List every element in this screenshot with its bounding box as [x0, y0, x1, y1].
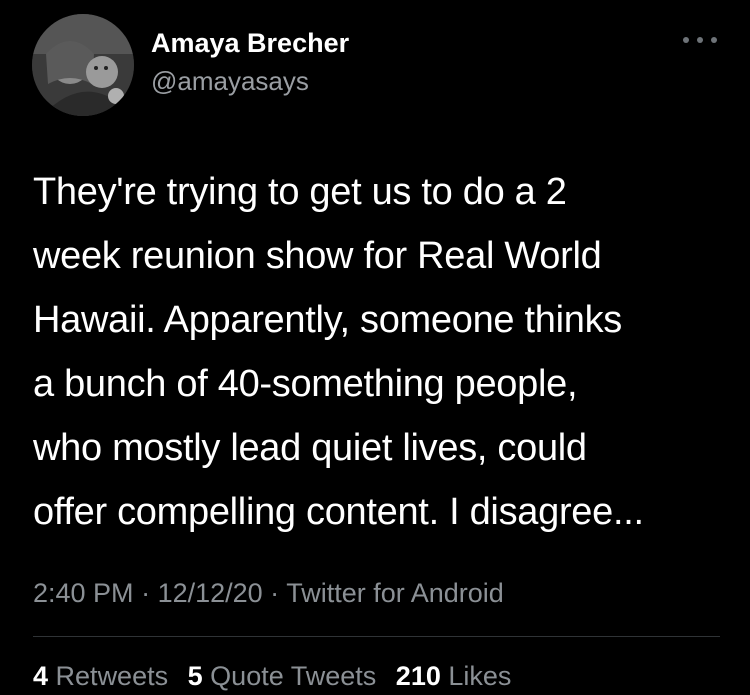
- meta-separator: ·: [262, 578, 287, 608]
- retweets-count: 4: [33, 661, 49, 691]
- tweet-line: week reunion show for Real World: [33, 235, 602, 277]
- quote-tweets-stat[interactable]: 5 Quote Tweets: [188, 661, 377, 691]
- display-name[interactable]: Amaya Brecher: [151, 28, 349, 59]
- meta-separator: ·: [133, 578, 158, 608]
- tweet-time: 2:40 PM: [33, 578, 134, 608]
- tweet-line: They're trying to get us to do a 2: [33, 171, 567, 213]
- tweet-line: offer compelling content. I disagree...: [33, 491, 644, 533]
- divider: [33, 636, 720, 637]
- tweet-source-link[interactable]: Twitter for Android: [286, 578, 504, 608]
- likes-stat[interactable]: 210 Likes: [396, 661, 512, 691]
- tweet-line: who mostly lead quiet lives, could: [33, 427, 587, 469]
- user-handle[interactable]: @amayasays: [151, 66, 309, 97]
- tweet-line: a bunch of 40-something people,: [33, 363, 578, 405]
- profile-photo-icon: [32, 14, 134, 116]
- tweet-metadata: 2:40 PM · 12/12/20 · Twitter for Android: [33, 578, 504, 609]
- quote-tweets-label: Quote Tweets: [210, 661, 377, 691]
- more-dot: [711, 37, 717, 43]
- more-dot: [683, 37, 689, 43]
- engagement-stats: 4 Retweets 5 Quote Tweets 210 Likes: [33, 661, 523, 692]
- tweet-text: They're trying to get us to do a 2 week …: [33, 160, 733, 544]
- likes-count: 210: [395, 661, 441, 691]
- likes-label: Likes: [448, 661, 512, 691]
- tweet-line: Hawaii. Apparently, someone thinks: [33, 299, 622, 341]
- avatar[interactable]: [32, 14, 134, 116]
- tweet-date: 12/12/20: [157, 578, 263, 608]
- quote-tweets-count: 5: [187, 661, 203, 691]
- retweets-label: Retweets: [55, 661, 169, 691]
- more-dot: [697, 37, 703, 43]
- retweets-stat[interactable]: 4 Retweets: [33, 661, 168, 691]
- more-options-icon[interactable]: [683, 28, 717, 52]
